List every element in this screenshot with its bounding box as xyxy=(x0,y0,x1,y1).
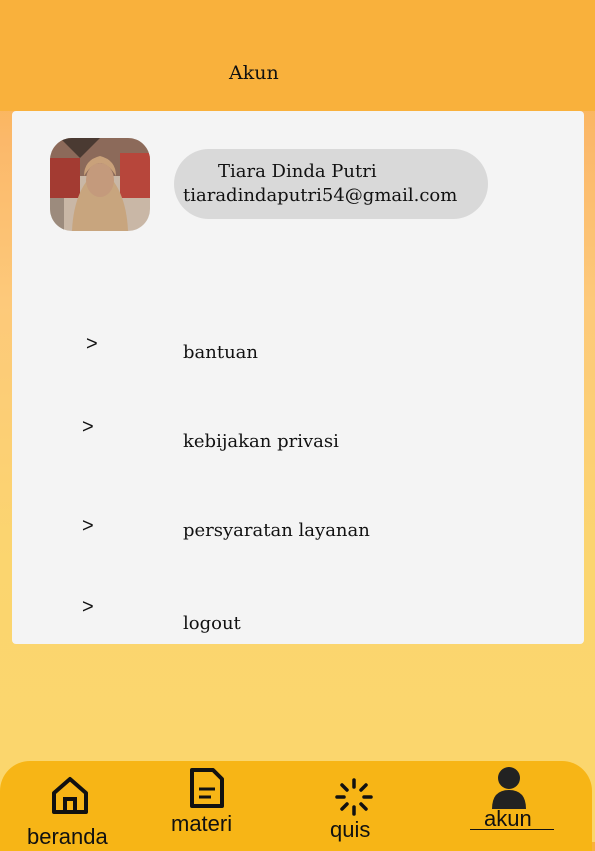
nav-item-akun[interactable]: akun xyxy=(470,765,560,841)
menu-item-logout[interactable]: logout xyxy=(183,613,241,634)
loading-icon xyxy=(335,778,373,816)
menu-item-kebijakan-privasi[interactable]: kebijakan privasi xyxy=(183,431,339,452)
profile-info[interactable]: Tiara Dinda Putri tiaradindaputri54@gmai… xyxy=(174,149,488,219)
chevron-right-icon[interactable]: > xyxy=(82,596,94,619)
active-indicator xyxy=(470,829,554,830)
nav-item-beranda[interactable]: beranda xyxy=(20,771,130,851)
avatar-photo xyxy=(50,138,150,231)
user-icon xyxy=(492,767,526,809)
nav-label-materi: materi xyxy=(171,811,233,836)
page-title: Akun xyxy=(229,62,279,84)
app-header: Akun xyxy=(0,0,595,111)
menu-item-bantuan[interactable]: bantuan xyxy=(183,342,258,363)
nav-item-materi[interactable]: materi xyxy=(165,765,255,845)
profile-email: tiaradindaputri54@gmail.com xyxy=(183,185,458,206)
document-icon xyxy=(190,768,224,808)
chevron-right-icon[interactable]: > xyxy=(86,333,98,356)
nav-label-quis: quis xyxy=(330,817,371,842)
nav-label-beranda: beranda xyxy=(27,824,108,849)
bottom-nav: beranda materi quis akun xyxy=(0,761,592,851)
menu-item-persyaratan-layanan[interactable]: persyaratan layanan xyxy=(183,520,370,541)
home-icon xyxy=(52,777,88,814)
nav-item-quis[interactable]: quis xyxy=(320,775,390,851)
profile-name: Tiara Dinda Putri xyxy=(218,161,377,182)
chevron-right-icon[interactable]: > xyxy=(82,515,94,538)
chevron-right-icon[interactable]: > xyxy=(82,416,94,439)
avatar[interactable] xyxy=(50,138,150,231)
